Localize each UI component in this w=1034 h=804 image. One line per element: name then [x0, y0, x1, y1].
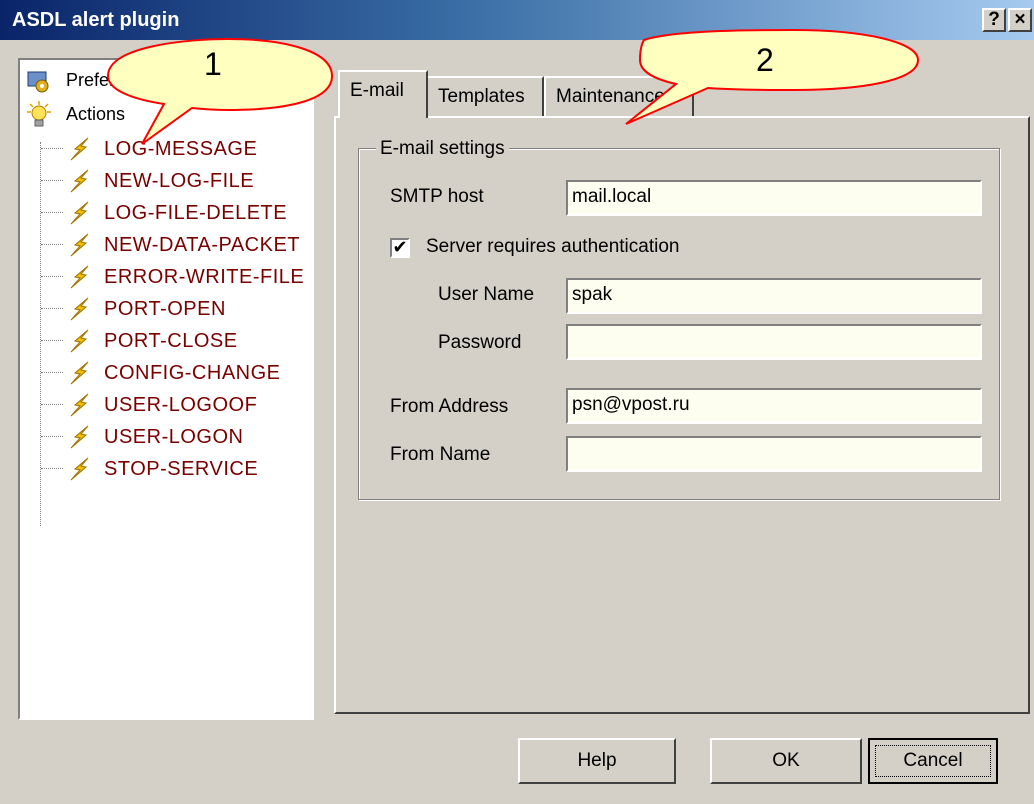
lightbulb-icon [27, 101, 51, 127]
callout-2-number: 2 [756, 42, 774, 78]
settings-icon [27, 71, 49, 93]
tab-email[interactable]: E-mail [338, 70, 428, 118]
lightning-bolt-icon [70, 425, 89, 449]
tab-label: E-mail [350, 80, 404, 101]
tree-item-action[interactable]: ERROR-WRITE-FILE [20, 262, 310, 292]
tree-connector [41, 308, 63, 309]
lightning-bolt-icon [70, 233, 89, 257]
password-input[interactable] [566, 324, 982, 360]
tree-item-label: NEW-LOG-FILE [104, 170, 255, 192]
tree-item-label: USER-LOGOOF [104, 394, 258, 416]
tree-item-action[interactable]: USER-LOGOOF [20, 390, 310, 420]
tab-label: Templates [438, 86, 525, 107]
cancel-button-label: Cancel [875, 745, 991, 777]
tree-connector [41, 436, 63, 437]
tree-connector [41, 244, 63, 245]
from-address-input[interactable]: psn@vpost.ru [566, 388, 982, 424]
tree-connector [41, 372, 63, 373]
tree-connector [41, 276, 63, 277]
ok-button[interactable]: OK [710, 738, 862, 784]
tree-connector [41, 404, 63, 405]
help-button[interactable]: Help [518, 738, 676, 784]
lightning-bolt-icon [70, 201, 89, 225]
smtp-host-label: SMTP host [390, 186, 484, 207]
tree-item-label: LOG-FILE-DELETE [104, 202, 288, 224]
tree-connector [41, 180, 63, 181]
dialog-window: ASDL alert plugin ? × Preferences Action… [0, 0, 1034, 804]
lightning-bolt-icon [70, 329, 89, 353]
lightning-bolt-icon [70, 169, 89, 193]
close-title-button[interactable]: × [1008, 8, 1032, 32]
callout-1-number: 1 [204, 46, 222, 82]
from-name-input[interactable] [566, 436, 982, 472]
lightning-bolt-icon [70, 457, 89, 481]
tab-templates[interactable]: Templates [426, 76, 544, 116]
tree-connector [41, 212, 63, 213]
tree-item-action[interactable]: PORT-OPEN [20, 294, 310, 324]
user-name-label: User Name [438, 284, 535, 305]
tree-connector [41, 468, 63, 469]
cancel-button[interactable]: Cancel [868, 738, 998, 784]
tree-item-action[interactable]: LOG-FILE-DELETE [20, 198, 310, 228]
lightning-bolt-icon [70, 361, 89, 385]
tree-item-label: PORT-CLOSE [104, 330, 238, 352]
smtp-host-input[interactable]: mail.local [566, 180, 982, 216]
tree-item-action[interactable]: STOP-SERVICE [20, 454, 310, 484]
window-title: ASDL alert plugin [12, 9, 180, 31]
lightning-bolt-icon [70, 265, 89, 289]
tree-item-action[interactable]: CONFIG-CHANGE [20, 358, 310, 388]
tree-connector [41, 148, 63, 149]
lightning-bolt-icon [70, 393, 89, 417]
actions-tree[interactable]: Preferences Actions LOG-MESSAGE NEW-LOG-… [18, 58, 314, 720]
lightning-bolt-icon [70, 137, 89, 161]
auth-checkbox[interactable]: ✔ [390, 238, 410, 258]
auth-checkbox-label[interactable]: Server requires authentication [426, 236, 679, 258]
tree-connector [41, 340, 63, 341]
tree-item-action[interactable]: USER-LOGON [20, 422, 310, 452]
tree-item-label: USER-LOGON [104, 426, 244, 448]
tree-item-label: PORT-OPEN [104, 298, 226, 320]
tree-item-label: CONFIG-CHANGE [104, 362, 281, 384]
tree-item-label: ERROR-WRITE-FILE [104, 266, 305, 288]
tree-item-label: STOP-SERVICE [104, 458, 259, 480]
tree-item-action[interactable]: NEW-DATA-PACKET [20, 230, 310, 260]
tree-item-action[interactable]: NEW-LOG-FILE [20, 166, 310, 196]
from-address-label: From Address [390, 396, 509, 417]
lightning-bolt-icon [70, 297, 89, 321]
password-label: Password [438, 332, 522, 353]
tree-item-label: NEW-DATA-PACKET [104, 234, 301, 256]
user-name-input[interactable]: spak [566, 278, 982, 314]
help-title-button[interactable]: ? [982, 8, 1006, 32]
group-title: E-mail settings [376, 138, 509, 160]
from-name-label: From Name [390, 444, 491, 465]
tree-item-action[interactable]: PORT-CLOSE [20, 326, 310, 356]
